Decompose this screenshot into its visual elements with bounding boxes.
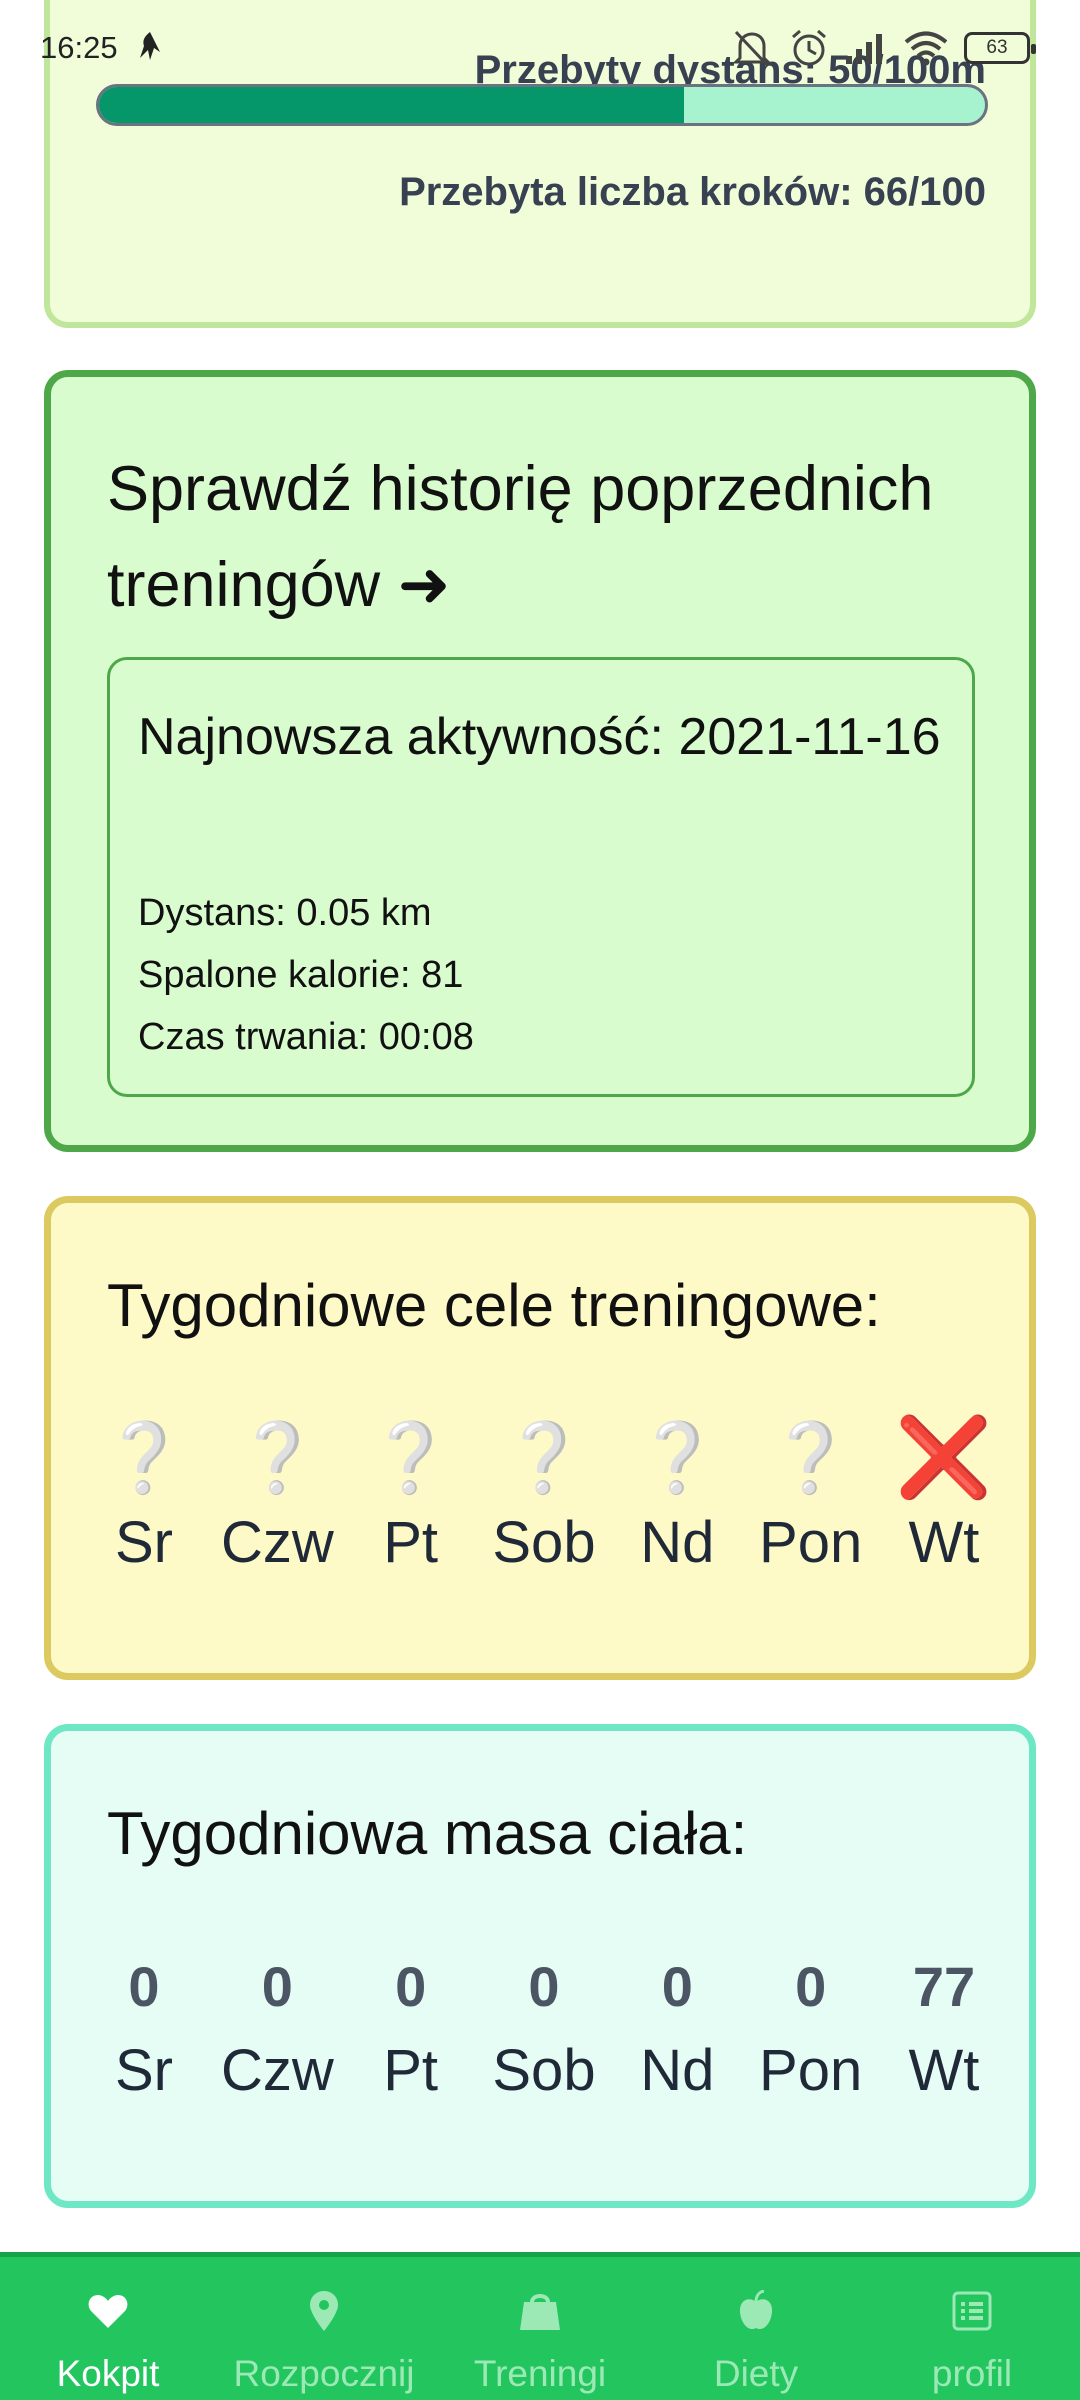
question-icon: ❔ xyxy=(501,1420,587,1496)
map-pin-icon xyxy=(302,2289,346,2333)
weekly-weight-card: Tygodniowa masa ciała: 0 Sr 0 Czw 0 Pt 0… xyxy=(44,1724,1036,2208)
weight-value: 0 xyxy=(395,1954,427,2018)
goal-day: ❔ Czw xyxy=(212,1413,342,1583)
steps-progress-text: Przebyta liczba kroków: 66/100 xyxy=(399,170,986,214)
nav-item-treningi[interactable]: Treningi xyxy=(432,2257,648,2400)
day-label: Sob xyxy=(492,2038,596,2103)
weekly-goals-title: Tygodniowe cele treningowe: xyxy=(107,1272,881,1339)
question-icon: ❔ xyxy=(368,1420,453,1496)
battery-icon: 63 xyxy=(964,32,1036,64)
status-time: 16:25 xyxy=(40,30,118,65)
apple-icon xyxy=(734,2289,778,2333)
goal-day: ❔ Nd xyxy=(612,1413,742,1583)
day-label: Pt xyxy=(383,2038,439,2103)
weekly-goals-row: ❔ Sr ❔ Czw ❔ Pt ❔ Sob ❔ Nd ❔ Pon ❌ Wt xyxy=(79,1413,1009,1583)
weekly-weight-row: 0 Sr 0 Czw 0 Pt 0 Sob 0 Nd 0 Pon 77 Wt xyxy=(79,1941,1009,2111)
goal-day: ❌ Wt xyxy=(879,1413,1009,1583)
day-label: Nd xyxy=(640,1510,715,1575)
weight-value: 0 xyxy=(128,1954,160,2018)
status-icons: 63 xyxy=(730,24,1036,72)
activity-duration: Czas trwania: 00:08 xyxy=(138,1016,474,1058)
nav-label: Treningi xyxy=(473,2353,607,2394)
day-label: Wt xyxy=(908,2038,980,2103)
weight-value: 0 xyxy=(528,1954,560,2018)
list-icon xyxy=(950,2289,994,2333)
nav-label: profil xyxy=(931,2353,1013,2394)
activity-distance: Dystans: 0.05 km xyxy=(138,892,432,934)
weight-day: 0 Czw xyxy=(212,1941,342,2111)
heart-icon xyxy=(86,2289,130,2333)
weight-day: 0 Pon xyxy=(746,1941,876,2111)
day-label: Pon xyxy=(759,2038,863,2103)
question-icon: ❔ xyxy=(768,1420,853,1496)
question-icon: ❔ xyxy=(234,1420,320,1496)
nav-label: Kokpit xyxy=(56,2353,160,2394)
activity-calories: Spalone kalorie: 81 xyxy=(138,954,464,996)
nav-item-diety[interactable]: Diety xyxy=(648,2257,864,2400)
weekly-goals-card: Tygodniowe cele treningowe: ❔ Sr ❔ Czw ❔… xyxy=(44,1196,1036,1680)
signal-icon xyxy=(844,30,888,66)
history-link[interactable]: Sprawdź historię poprzednich treningów ➜ xyxy=(107,441,987,633)
day-label: Czw xyxy=(220,2038,334,2103)
weight-value: 0 xyxy=(795,1954,827,2018)
goal-day: ❔ Pon xyxy=(746,1413,876,1583)
history-card[interactable]: Sprawdź historię poprzednich treningów ➜… xyxy=(44,370,1036,1152)
day-label: Sr xyxy=(115,1510,173,1575)
status-bar: 16:25 63 xyxy=(0,0,1080,96)
notification-icon xyxy=(136,30,164,64)
weight-day: 0 Sr xyxy=(79,1941,209,2111)
day-label: Sob xyxy=(492,1510,596,1575)
day-label: Nd xyxy=(640,2038,715,2103)
weight-day: 0 Pt xyxy=(346,1941,476,2111)
mute-icon xyxy=(730,28,774,68)
goal-day: ❔ Sr xyxy=(79,1413,209,1583)
day-label: Pon xyxy=(759,1510,863,1575)
alarm-icon xyxy=(788,27,830,69)
weekly-weight-title: Tygodniowa masa ciała: xyxy=(107,1800,748,1867)
nav-item-rozpocznij[interactable]: Rozpocznij xyxy=(216,2257,432,2400)
weight-day: 77 Wt xyxy=(879,1941,1009,2111)
weight-value: 0 xyxy=(261,1954,293,2018)
weight-day: 0 Nd xyxy=(612,1941,742,2111)
bag-icon xyxy=(518,2289,562,2333)
bottom-nav: Kokpit Rozpocznij Treningi Diety profil xyxy=(0,2252,1080,2400)
nav-label: Rozpocznij xyxy=(233,2353,415,2394)
cross-icon: ❌ xyxy=(895,1413,993,1501)
question-icon: ❔ xyxy=(634,1420,720,1496)
day-label: Sr xyxy=(115,2038,173,2103)
nav-label: Diety xyxy=(713,2353,799,2394)
goal-day: ❔ Pt xyxy=(346,1413,476,1583)
latest-activity-box: Najnowsza aktywność: 2021-11-16 Dystans:… xyxy=(107,657,975,1097)
day-label: Wt xyxy=(908,1510,980,1575)
weight-value: 0 xyxy=(661,1954,693,2018)
day-label: Pt xyxy=(383,1510,439,1575)
wifi-icon xyxy=(902,29,950,67)
nav-item-kokpit[interactable]: Kokpit xyxy=(0,2257,216,2400)
weight-day: 0 Sob xyxy=(479,1941,609,2111)
day-label: Czw xyxy=(220,1510,334,1575)
weight-value: 77 xyxy=(912,1954,976,2018)
question-icon: ❔ xyxy=(101,1420,187,1496)
latest-activity-label: Najnowsza aktywność: 2021-11-16 xyxy=(138,708,941,766)
nav-item-profil[interactable]: profil xyxy=(864,2257,1080,2400)
goal-day: ❔ Sob xyxy=(479,1413,609,1583)
